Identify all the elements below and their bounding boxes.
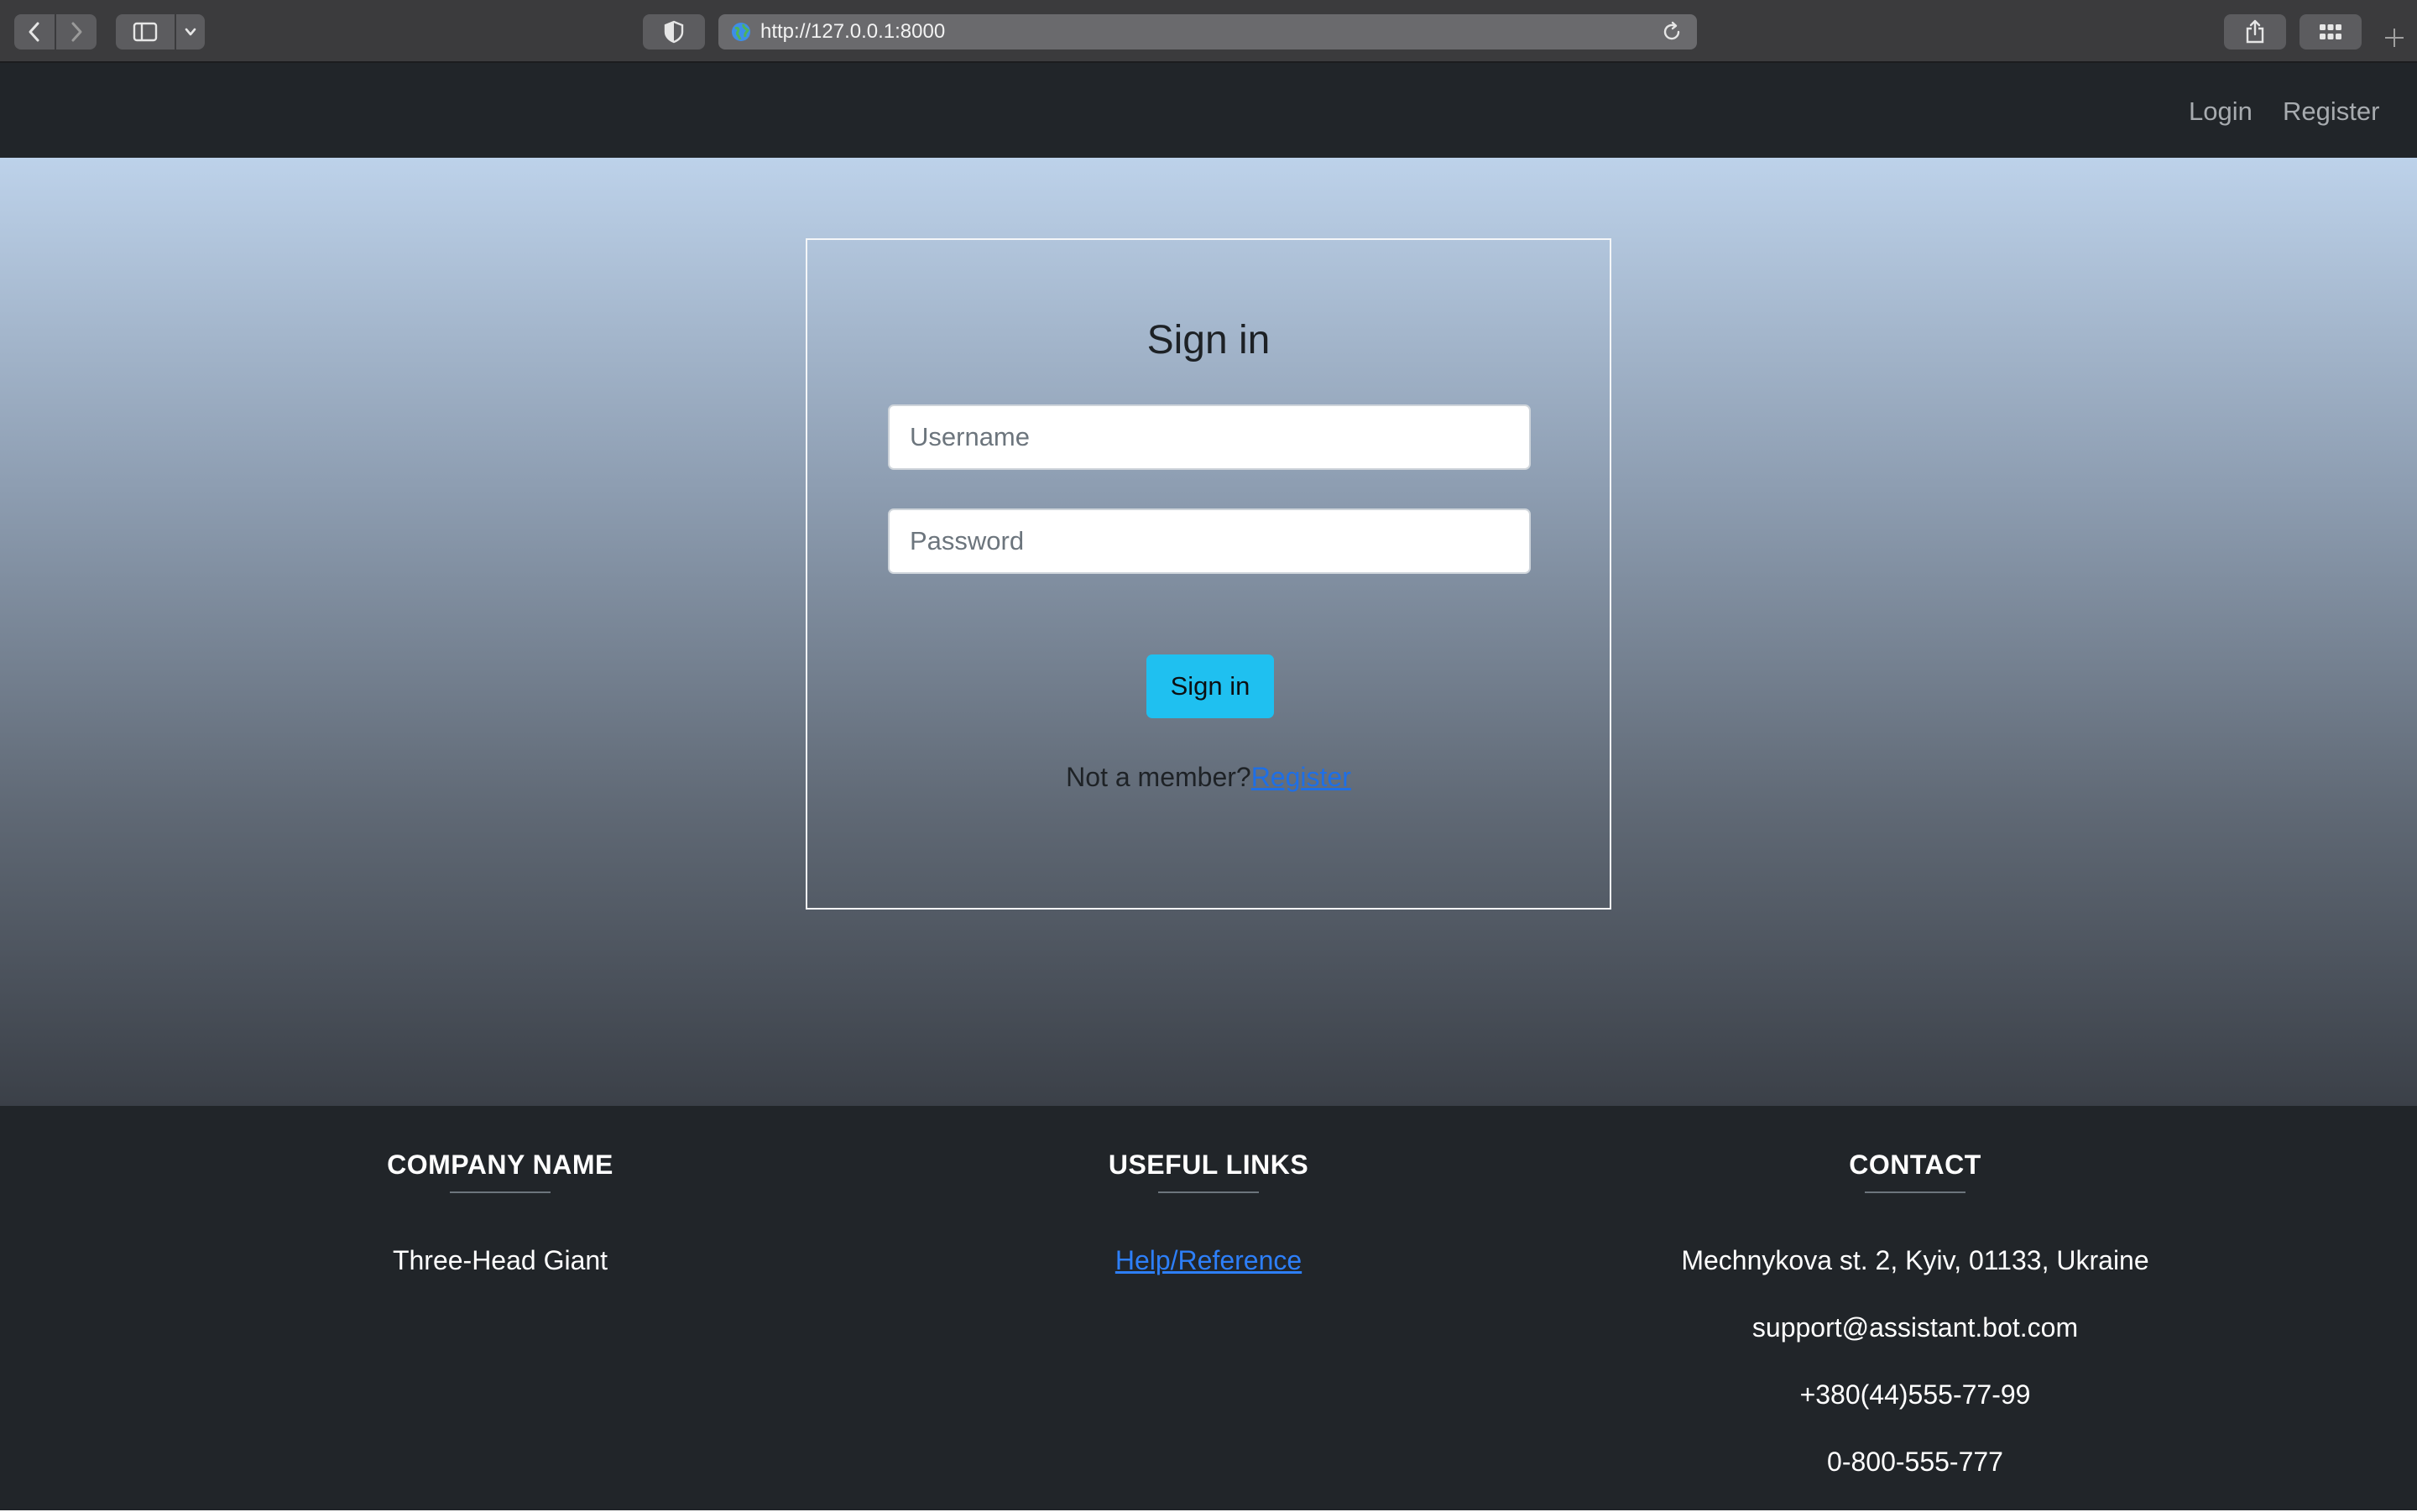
nav-login-link[interactable]: Login — [2189, 96, 2253, 127]
hero-section: Sign in Sign in Not a member?Register — [0, 158, 2417, 1106]
password-input[interactable] — [888, 508, 1531, 574]
chevron-right-icon — [71, 22, 82, 42]
signin-button[interactable]: Sign in — [1146, 654, 1274, 718]
footer-company-heading: COMPANY NAME — [387, 1150, 613, 1180]
footer-divider — [1865, 1191, 1965, 1193]
help-reference-link[interactable]: Help/Reference — [1115, 1245, 1302, 1275]
share-button[interactable] — [2224, 14, 2286, 50]
register-link[interactable]: Register — [1251, 762, 1351, 792]
contact-address: Mechnykova st. 2, Kyiv, 01133, Ukraine — [1681, 1245, 2149, 1275]
username-input[interactable] — [888, 404, 1531, 470]
company-name: Three-Head Giant — [392, 1245, 608, 1275]
site-navbar: Login Register — [0, 63, 2417, 158]
back-button[interactable] — [14, 14, 55, 50]
site-footer: COMPANY NAME Three-Head Giant USEFUL LIN… — [0, 1106, 2417, 1510]
sidebar-icon — [133, 22, 158, 42]
chevron-down-icon — [185, 28, 196, 36]
plus-icon — [2385, 29, 2404, 47]
footer-links-heading: USEFUL LINKS — [1108, 1150, 1309, 1180]
share-icon — [2246, 19, 2264, 44]
forward-button[interactable] — [56, 14, 97, 50]
footer-company-column: COMPANY NAME Three-Head Giant — [248, 1148, 752, 1277]
browser-toolbar: http://127.0.0.1:8000 — [0, 0, 2417, 63]
nav-register-link[interactable]: Register — [2283, 96, 2379, 127]
contact-phone: +380(44)555-77-99 — [1799, 1379, 2031, 1410]
signin-card: Sign in Sign in Not a member?Register — [806, 238, 1611, 910]
footer-contact-column: CONTACT Mechnykova st. 2, Kyiv, 01133, U… — [1563, 1148, 2268, 1512]
contact-list: Mechnykova st. 2, Kyiv, 01133, Ukraine s… — [1563, 1243, 2268, 1512]
footer-contact-heading: CONTACT — [1849, 1150, 1981, 1180]
chevron-left-icon — [29, 22, 39, 42]
grid-icon — [2320, 24, 2341, 39]
tab-overview-button[interactable] — [2300, 14, 2362, 50]
not-member-text: Not a member? — [1066, 762, 1251, 792]
new-tab-button[interactable] — [2375, 18, 2414, 57]
register-prompt: Not a member?Register — [807, 762, 1610, 793]
sidebar-dropdown-button[interactable] — [176, 14, 205, 50]
signin-title: Sign in — [1146, 318, 1271, 362]
footer-divider — [450, 1191, 551, 1193]
reload-icon[interactable] — [1660, 20, 1684, 44]
url-text: http://127.0.0.1:8000 — [760, 20, 946, 43]
footer-links-column: USEFUL LINKS Help/Reference — [957, 1148, 1460, 1277]
shield-icon — [664, 20, 684, 44]
contact-email: support@assistant.bot.com — [1751, 1312, 2079, 1343]
contact-hotline: 0-800-555-777 — [1827, 1447, 2003, 1477]
globe-icon — [732, 23, 750, 41]
footer-divider — [1158, 1191, 1259, 1193]
address-bar[interactable]: http://127.0.0.1:8000 — [718, 14, 1697, 50]
sidebar-toggle-button[interactable] — [116, 14, 175, 50]
privacy-report-button[interactable] — [643, 14, 705, 50]
